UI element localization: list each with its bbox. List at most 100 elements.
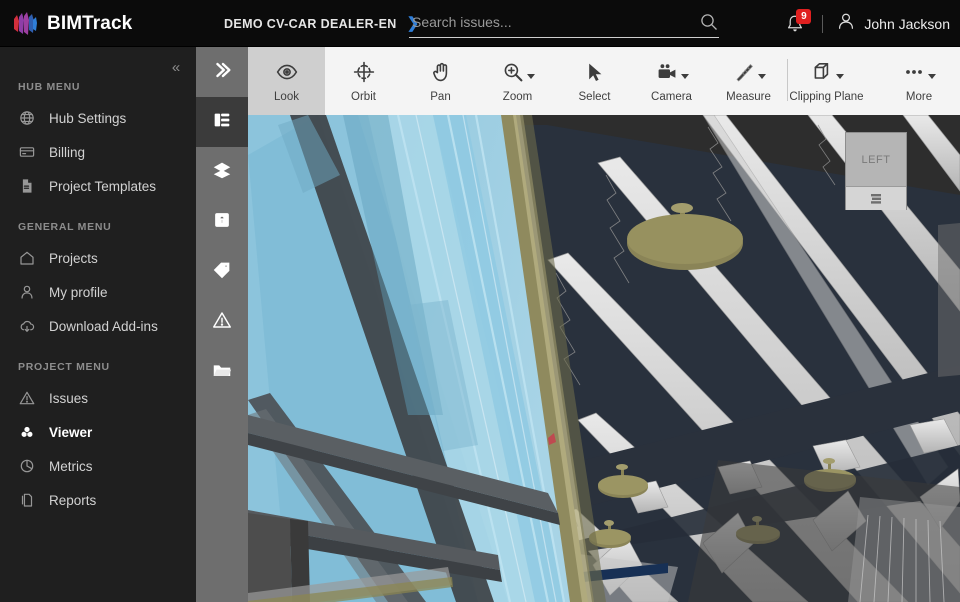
- sidebar-item-label: Download Add-ins: [49, 318, 158, 334]
- sidebar-item-metrics[interactable]: Metrics: [0, 449, 196, 483]
- globe-icon: [18, 109, 36, 127]
- bimtrack-logo-icon: [12, 10, 38, 38]
- 3d-model-viewport[interactable]: LEFT: [248, 115, 960, 602]
- tool-pan[interactable]: Pan: [402, 47, 479, 115]
- rail-button-layers[interactable]: [196, 147, 248, 197]
- tree-list-icon: [211, 109, 233, 136]
- tool-orbit[interactable]: Orbit: [325, 47, 402, 115]
- hand-icon: [429, 57, 453, 87]
- rail-button-tags[interactable]: [196, 247, 248, 297]
- search-icon[interactable]: [699, 12, 719, 32]
- tool-label: Orbit: [351, 91, 376, 103]
- pie-chart-icon: [18, 457, 36, 475]
- view-orientation-cube[interactable]: LEFT: [845, 132, 907, 210]
- brand-logo-link[interactable]: BIMTrack: [12, 0, 132, 47]
- left-sidebar: « HUB MENU Hub Settings Billing Project Tem…: [0, 47, 196, 602]
- tool-more[interactable]: More: [878, 47, 960, 115]
- sidebar-item-label: Viewer: [49, 424, 93, 440]
- sidebar-item-issues[interactable]: Issues: [0, 381, 196, 415]
- chevron-down-icon[interactable]: [835, 73, 844, 79]
- tool-label: Look: [274, 91, 299, 103]
- header-divider: [822, 14, 824, 33]
- tool-camera[interactable]: Camera: [633, 47, 710, 115]
- sidebar-item-label: Hub Settings: [49, 110, 127, 126]
- eye-icon: [275, 57, 299, 87]
- sidebar-item-viewer[interactable]: Viewer: [0, 415, 196, 449]
- tool-label: Measure: [726, 91, 771, 103]
- layers-icon: [211, 159, 233, 186]
- sidebar-item-label: Project Templates: [49, 178, 157, 194]
- home-icon: [18, 249, 36, 267]
- tool-label: Select: [578, 91, 611, 103]
- viewcube-face-label[interactable]: LEFT: [846, 133, 906, 187]
- chevron-double-right-icon: [211, 59, 233, 86]
- warning-triangle-icon: [18, 389, 36, 407]
- sidebar-menu-list: HUB MENU Hub Settings Billing Project Templ…: [0, 47, 196, 517]
- sidebar-item-label: Projects: [49, 250, 98, 266]
- tool-label: Camera: [651, 91, 692, 103]
- bimtrack-viewer-app: BIMTrack DEMO CV-CAR DEALER-EN ❯ 9: [0, 0, 960, 602]
- tool-select[interactable]: Select: [556, 47, 633, 115]
- sidebar-group-label: HUB MENU: [18, 81, 81, 93]
- tool-label: Clipping Plane: [789, 91, 864, 103]
- ellipsis-icon: [902, 57, 936, 87]
- sidebar-item-label: My profile: [49, 284, 108, 300]
- orbit-crosshair-icon: [352, 57, 376, 87]
- credit-card-icon: [18, 143, 36, 161]
- tool-label: Zoom: [502, 91, 533, 103]
- cloud-download-icon: [18, 317, 36, 335]
- sidebar-item-reports[interactable]: Reports: [0, 483, 196, 517]
- chevron-down-icon[interactable]: [928, 73, 936, 79]
- tool-label: Pan: [430, 91, 451, 103]
- tool-clipping-plane[interactable]: Clipping Plane: [788, 47, 865, 115]
- sidebar-group-label: PROJECT MENU: [18, 361, 110, 373]
- sidebar-item-label: Billing: [49, 144, 86, 160]
- cursor-arrow-icon: [583, 57, 607, 87]
- tool-zoom[interactable]: Zoom: [479, 47, 556, 115]
- sidebar-item-my-profile[interactable]: My profile: [0, 275, 196, 309]
- user-name-label: John Jackson: [864, 15, 950, 32]
- folder-icon: [211, 359, 233, 386]
- chevron-down-icon[interactable]: [757, 73, 766, 79]
- sidebar-item-label: Reports: [49, 492, 97, 508]
- top-header-bar: BIMTrack DEMO CV-CAR DEALER-EN ❯ 9: [0, 0, 960, 47]
- view-list-icon[interactable]: [846, 187, 906, 210]
- cube-clip-icon: [810, 57, 844, 87]
- sidebar-item-label: Metrics: [49, 458, 93, 474]
- tool-measure[interactable]: Measure: [710, 47, 787, 115]
- notification-count-badge: 9: [796, 8, 812, 24]
- chevron-down-icon[interactable]: [526, 73, 535, 79]
- search-input[interactable]: [409, 13, 699, 33]
- lock-icon: [211, 209, 233, 236]
- sidebar-item-download-add-ins[interactable]: Download Add-ins: [0, 309, 196, 343]
- user-avatar-icon: [836, 11, 856, 36]
- rail-button-model-tree[interactable]: [196, 97, 248, 147]
- sidebar-item-project-templates[interactable]: Project Templates: [0, 169, 196, 203]
- sidebar-item-billing[interactable]: Billing: [0, 135, 196, 169]
- header-right-actions: 9 John Jackson: [778, 0, 950, 47]
- sidebar-item-label: Issues: [49, 390, 89, 406]
- rail-button-expand-panel[interactable]: [196, 47, 248, 97]
- warning-triangle-icon: [211, 309, 233, 336]
- rail-button-lock[interactable]: [196, 197, 248, 247]
- search-box[interactable]: [409, 9, 719, 38]
- magnifier-plus-icon: [501, 57, 535, 87]
- breadcrumb-project-name: DEMO CV-CAR DEALER-EN: [224, 16, 397, 31]
- brand-name: BIMTrack: [47, 12, 133, 34]
- breadcrumb[interactable]: DEMO CV-CAR DEALER-EN ❯: [224, 0, 419, 47]
- sidebar-item-projects[interactable]: Projects: [0, 241, 196, 275]
- viewer-toolbar: Look Orbit Pan Zoom Select Camera Measure Clipp…: [248, 47, 960, 115]
- tool-label: More: [905, 91, 933, 103]
- sidebar-item-hub-settings[interactable]: Hub Settings: [0, 101, 196, 135]
- user-menu-button[interactable]: John Jackson: [836, 11, 950, 36]
- ruler-icon: [732, 57, 766, 87]
- camera-icon: [655, 57, 689, 87]
- rail-button-issues[interactable]: [196, 297, 248, 347]
- user-icon: [18, 283, 36, 301]
- chevron-down-icon[interactable]: [680, 73, 689, 79]
- tool-look[interactable]: Look: [248, 47, 325, 115]
- chevron-double-left-icon[interactable]: «: [164, 55, 188, 79]
- rail-button-folders[interactable]: [196, 347, 248, 397]
- notifications-button[interactable]: 9: [778, 7, 812, 41]
